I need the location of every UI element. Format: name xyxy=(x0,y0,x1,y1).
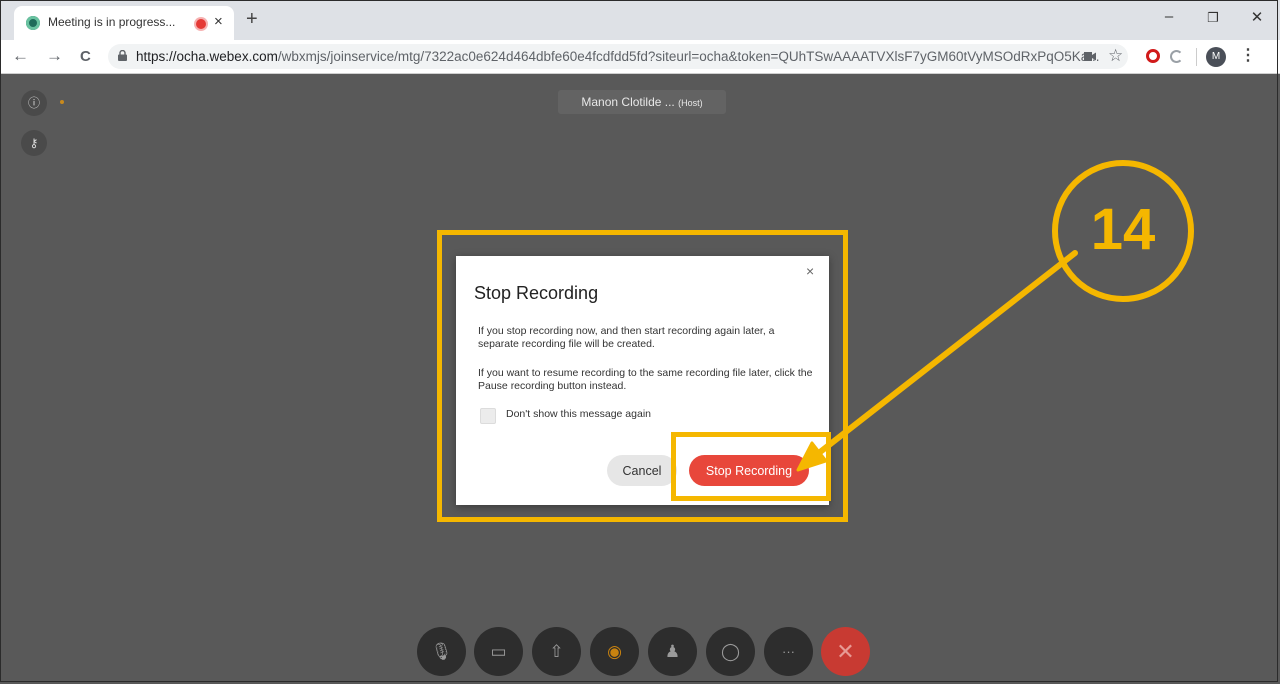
leave-icon[interactable]: ✕ xyxy=(821,627,870,676)
info-icon[interactable]: ⓘ xyxy=(21,90,47,116)
reload-icon[interactable]: C xyxy=(80,48,91,65)
profile-avatar[interactable]: M xyxy=(1206,47,1226,67)
bookmark-star-icon[interactable]: ☆ xyxy=(1108,46,1123,66)
browser-menu-icon[interactable]: ⋮ xyxy=(1240,45,1256,65)
tab-close-icon[interactable]: × xyxy=(214,13,223,30)
share-icon[interactable]: ⇧ xyxy=(532,627,581,676)
back-icon[interactable]: ← xyxy=(12,46,29,66)
opera-extension-icon[interactable] xyxy=(1146,49,1160,63)
host-name: Manon Clotilde ... xyxy=(581,95,675,109)
lock-icon xyxy=(118,50,127,61)
button-highlight-box xyxy=(671,432,831,501)
forward-icon[interactable]: → xyxy=(46,46,63,66)
url-path: /wbxmjs/joinservice/mtg/7322ac0e624d464d… xyxy=(277,49,1100,64)
minimize-button[interactable]: – xyxy=(1154,8,1184,25)
tab-title: Meeting is in progress... xyxy=(48,15,176,29)
chat-icon[interactable]: ◯ xyxy=(706,627,755,676)
participants-icon[interactable]: ♟ xyxy=(648,627,697,676)
key-icon[interactable]: ⚷ xyxy=(21,130,47,156)
mute-icon[interactable]: 🎙 xyxy=(417,627,466,676)
status-dot xyxy=(60,100,64,104)
browser-tab[interactable]: Meeting is in progress... × xyxy=(14,6,234,40)
video-icon[interactable]: ▭ xyxy=(474,627,523,676)
address-bar[interactable]: https://ocha.webex.com/wbxmjs/joinservic… xyxy=(108,44,1128,69)
camera-icon[interactable] xyxy=(1084,51,1097,62)
tab-strip: Meeting is in progress... × + – ❐ ✕ xyxy=(0,0,1280,40)
extension-icon[interactable] xyxy=(1170,50,1183,63)
toolbar-separator xyxy=(1196,48,1197,66)
more-icon[interactable]: ··· xyxy=(764,627,813,676)
url-text: https://ocha.webex.com/wbxmjs/joinservic… xyxy=(136,49,1100,64)
restore-button[interactable]: ❐ xyxy=(1198,10,1228,26)
browser-toolbar: ← → C https://ocha.webex.com/wbxmjs/join… xyxy=(0,40,1280,74)
new-tab-button[interactable]: + xyxy=(246,8,258,31)
step-number-badge: 14 xyxy=(1052,160,1194,302)
host-tag: (Host) xyxy=(678,98,703,108)
record-icon[interactable]: ◉ xyxy=(590,627,639,676)
webex-favicon-icon xyxy=(26,16,40,30)
recording-indicator-icon xyxy=(196,19,206,29)
host-label: Manon Clotilde ... (Host) xyxy=(558,90,726,114)
window-close-button[interactable]: ✕ xyxy=(1242,8,1272,26)
url-host: https://ocha.webex.com xyxy=(136,49,278,64)
